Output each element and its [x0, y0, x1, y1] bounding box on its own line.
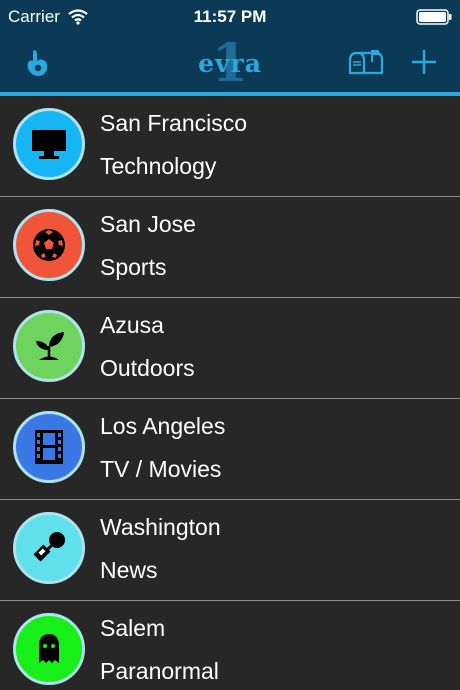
film-strip-icon	[35, 430, 63, 464]
channel-item-san-jose[interactable]: San Jose Sports	[0, 197, 460, 298]
channel-item-azusa[interactable]: Azusa Outdoors	[0, 298, 460, 399]
channel-city: Washington	[100, 514, 221, 540]
channel-category: Paranormal	[100, 658, 219, 684]
channel-city: Azusa	[100, 312, 164, 338]
status-time: 11:57 PM	[193, 7, 267, 26]
channel-category: News	[100, 557, 158, 583]
channel-category: TV / Movies	[100, 456, 222, 482]
channel-avatar	[13, 512, 85, 584]
mailbox-icon[interactable]	[346, 48, 386, 78]
channel-list: San Francisco Technology San Jose Sports	[0, 96, 460, 690]
nav-bar: 1 evra	[0, 34, 460, 92]
channel-item-san-francisco[interactable]: San Francisco Technology	[0, 96, 460, 197]
channel-item-los-angeles[interactable]: Los Angeles TV / Movies	[0, 399, 460, 500]
channel-item-salem[interactable]: Salem Paranormal	[0, 601, 460, 690]
logo-text: evra	[198, 49, 262, 78]
channel-item-washington[interactable]: Washington News	[0, 500, 460, 601]
seedling-icon	[36, 332, 64, 360]
channel-category: Technology	[100, 153, 217, 179]
channel-avatar	[13, 613, 85, 685]
channel-city: San Jose	[100, 211, 196, 237]
plus-icon[interactable]	[410, 48, 438, 76]
hand-icon[interactable]	[24, 48, 50, 78]
status-bar: Carrier 11:57 PM	[0, 0, 460, 34]
microphone-icon	[33, 532, 65, 562]
channel-avatar	[13, 411, 85, 483]
channel-category: Outdoors	[100, 355, 195, 381]
battery-icon	[416, 9, 452, 25]
soccer-ball-icon	[33, 229, 65, 261]
channel-avatar	[13, 209, 85, 281]
app-screen: Carrier 11:57 PM 1 evra San Francisco Te…	[0, 0, 460, 690]
channel-category: Sports	[100, 254, 167, 280]
ghost-icon	[39, 634, 59, 663]
evra-logo: 1 evra	[180, 36, 280, 92]
channel-avatar	[13, 108, 85, 180]
channel-city: Los Angeles	[100, 413, 226, 439]
monitor-icon	[32, 130, 66, 159]
channel-city: Salem	[100, 615, 166, 641]
channel-city: San Francisco	[100, 110, 248, 136]
channel-avatar	[13, 310, 85, 382]
